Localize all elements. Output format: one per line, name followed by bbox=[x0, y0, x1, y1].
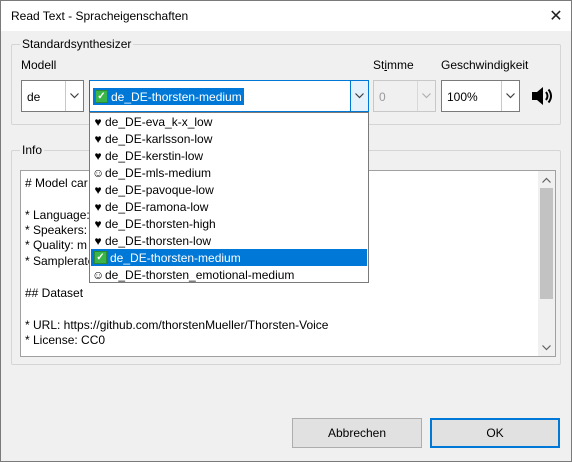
heart-icon: ♥ bbox=[94, 216, 102, 231]
chevron-down-icon bbox=[417, 81, 435, 111]
dropdown-item-label: de_DE-eva_k-x_low bbox=[105, 114, 213, 129]
dropdown-item-label: de_DE-thorsten-high bbox=[105, 216, 216, 231]
smiley-icon: ☺ bbox=[92, 165, 105, 180]
info-line: * Samplerate bbox=[25, 254, 95, 268]
smiley-icon: ☺ bbox=[92, 267, 105, 282]
cancel-button-label: Abbrechen bbox=[327, 426, 387, 440]
info-line: * Speakers: 1 bbox=[25, 223, 98, 237]
language-combo[interactable]: de bbox=[21, 80, 84, 112]
chevron-down-icon bbox=[501, 81, 519, 111]
info-line: * URL: https://github.com/thorstenMuelle… bbox=[25, 318, 329, 332]
dropdown-item[interactable]: ♥ de_DE-kerstin-low bbox=[91, 147, 367, 164]
dropdown-item-label: de_DE-karlsson-low bbox=[105, 131, 213, 146]
heart-icon: ♥ bbox=[94, 131, 102, 146]
dropdown-item[interactable]: ♥ de_DE-thorsten-high bbox=[91, 215, 367, 232]
dropdown-item[interactable]: ♥ de_DE-eva_k-x_low bbox=[91, 113, 367, 130]
language-value: de bbox=[27, 90, 41, 104]
info-scrollbar[interactable] bbox=[538, 171, 555, 356]
dropdown-item[interactable]: ♥ de_DE-karlsson-low bbox=[91, 130, 367, 147]
window-title: Read Text - Spracheigenschaften bbox=[11, 9, 189, 23]
dropdown-item[interactable]: ♥ de_DE-thorsten-low bbox=[91, 232, 367, 249]
speed-combo[interactable]: 100% bbox=[441, 80, 520, 112]
dropdown-item-label: de_DE-pavoque-low bbox=[105, 182, 214, 197]
close-icon: ✕ bbox=[549, 8, 563, 25]
voice-combo[interactable]: 0 bbox=[373, 80, 436, 112]
scroll-up-icon[interactable] bbox=[538, 171, 555, 188]
heart-icon: ♥ bbox=[94, 182, 102, 197]
cancel-button[interactable]: Abbrechen bbox=[292, 418, 422, 448]
model-combo[interactable]: ✓ de_DE-thorsten-medium bbox=[89, 80, 369, 112]
scroll-down-icon[interactable] bbox=[538, 339, 555, 356]
voice-value: 0 bbox=[379, 90, 386, 104]
close-button[interactable]: ✕ bbox=[542, 3, 570, 29]
speed-label: Geschwindigkeit bbox=[441, 58, 529, 72]
dropdown-item[interactable]: ♥ de_DE-ramona-low bbox=[91, 198, 367, 215]
speaker-icon bbox=[532, 87, 552, 105]
dropdown-item[interactable]: ☺ de_DE-mls-medium bbox=[91, 164, 367, 181]
model-label: Modell bbox=[21, 58, 57, 72]
dropdown-item-label: de_DE-kerstin-low bbox=[105, 148, 204, 163]
dropdown-item-label: de_DE-thorsten-medium bbox=[110, 250, 241, 265]
info-line: # Model car bbox=[25, 176, 88, 190]
voice-label: Stimme bbox=[373, 58, 414, 72]
chevron-down-icon bbox=[350, 81, 368, 111]
check-icon: ✓ bbox=[94, 251, 107, 264]
info-line: * License: CC0 bbox=[25, 333, 106, 347]
check-icon: ✓ bbox=[95, 90, 108, 103]
info-line: * Language: bbox=[25, 208, 90, 222]
dropdown-item-label: de_DE-thorsten-low bbox=[105, 233, 212, 248]
heart-icon: ♥ bbox=[94, 148, 102, 163]
speaker-button[interactable] bbox=[530, 84, 554, 108]
scroll-thumb[interactable] bbox=[540, 188, 553, 299]
info-group-legend: Info bbox=[22, 143, 43, 157]
model-selected: ✓ de_DE-thorsten-medium bbox=[93, 88, 244, 105]
dropdown-item-selected[interactable]: ✓ de_DE-thorsten-medium bbox=[91, 249, 367, 266]
chevron-down-icon bbox=[65, 81, 83, 111]
title-bar: Read Text - Spracheigenschaften ✕ bbox=[1, 1, 571, 31]
heart-icon: ♥ bbox=[94, 199, 102, 214]
heart-icon: ♥ bbox=[94, 233, 102, 248]
speed-value: 100% bbox=[447, 90, 478, 104]
ok-button[interactable]: OK bbox=[430, 418, 560, 448]
dropdown-item[interactable]: ♥ de_DE-pavoque-low bbox=[91, 181, 367, 198]
info-line: * Quality: m bbox=[25, 238, 88, 252]
ok-button-label: OK bbox=[486, 426, 504, 440]
heart-icon: ♥ bbox=[94, 114, 102, 129]
dropdown-item-label: de_DE-mls-medium bbox=[105, 165, 212, 180]
info-line: ## Dataset bbox=[25, 286, 84, 300]
dropdown-item-label: de_DE-ramona-low bbox=[105, 199, 209, 214]
dropdown-item[interactable]: ☺ de_DE-thorsten_emotional-medium bbox=[91, 266, 367, 283]
model-dropdown-list[interactable]: ♥ de_DE-eva_k-x_low ♥ de_DE-karlsson-low… bbox=[89, 112, 369, 283]
synthesizer-group-legend: Standardsynthesizer bbox=[22, 37, 132, 51]
dropdown-item-label: de_DE-thorsten_emotional-medium bbox=[105, 267, 295, 282]
model-value: de_DE-thorsten-medium bbox=[111, 89, 242, 104]
